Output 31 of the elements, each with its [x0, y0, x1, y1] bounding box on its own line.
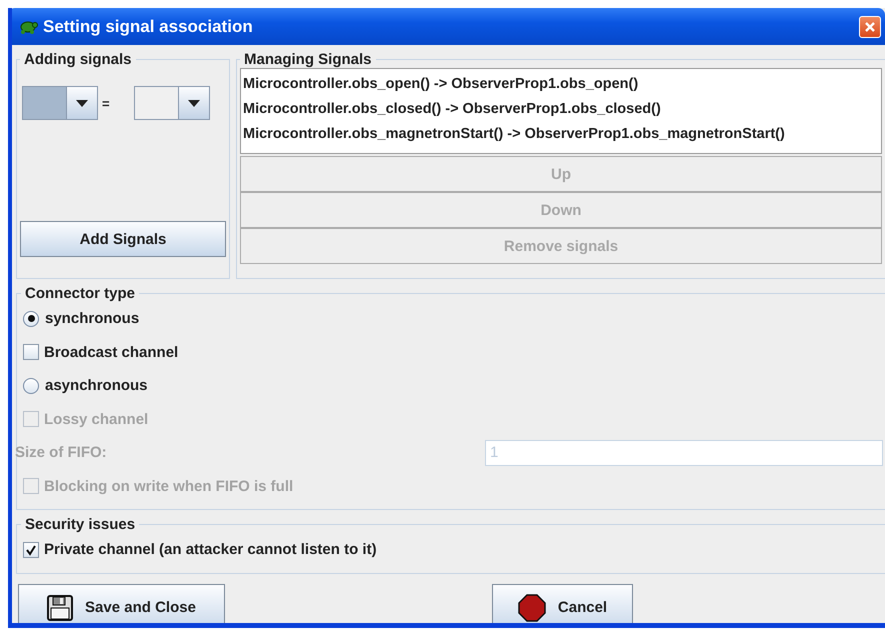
section-title: Adding signals: [23, 51, 133, 68]
close-button[interactable]: [859, 16, 881, 38]
section-title: Managing Signals: [243, 51, 373, 68]
signal-dropdown[interactable]: [22, 86, 98, 120]
equals-sign: =: [102, 96, 110, 110]
signal-item[interactable]: Microcontroller.obs_magnetronStart() -> ObserverProp1.obs_magnetronStart(): [243, 122, 879, 147]
option-label: Broadcast channel: [44, 344, 178, 361]
section-title: Connector type: [24, 285, 136, 302]
option-label: synchronous: [45, 310, 140, 328]
field-label: Size of FIFO:: [15, 444, 108, 462]
add-signals-button[interactable]: Add Signals: [20, 221, 226, 257]
window-title: Setting signal association: [43, 16, 253, 36]
checkbox[interactable]: [23, 344, 39, 360]
caret-icon: [188, 100, 200, 106]
save-and-close-button[interactable]: Save and Close: [18, 584, 225, 623]
close-icon: [864, 20, 876, 32]
stop-sign-icon: [518, 594, 546, 622]
radio-button[interactable]: [23, 310, 39, 327]
option-label: Lossy channel: [44, 410, 148, 428]
checkbox[interactable]: [23, 542, 39, 558]
option-label: asynchronous: [45, 377, 148, 394]
cancel-button[interactable]: Cancel: [492, 584, 633, 623]
section-title: Security issues: [24, 516, 136, 533]
option-label: Private channel (an attacker cannot listen to it): [44, 541, 377, 558]
turtle-icon: [18, 18, 38, 34]
signal-item[interactable]: Microcontroller.obs_closed() -> ObserverProp1.obs_closed(): [243, 97, 879, 122]
option-label: Blocking on write when FIFO is full: [44, 478, 294, 495]
radio-button[interactable]: [23, 378, 39, 394]
signal-item[interactable]: Microcontroller.obs_open() -> ObserverProp1.obs_open(): [243, 72, 879, 97]
signal-dropdown[interactable]: [134, 86, 210, 120]
caret-icon: [76, 100, 88, 106]
